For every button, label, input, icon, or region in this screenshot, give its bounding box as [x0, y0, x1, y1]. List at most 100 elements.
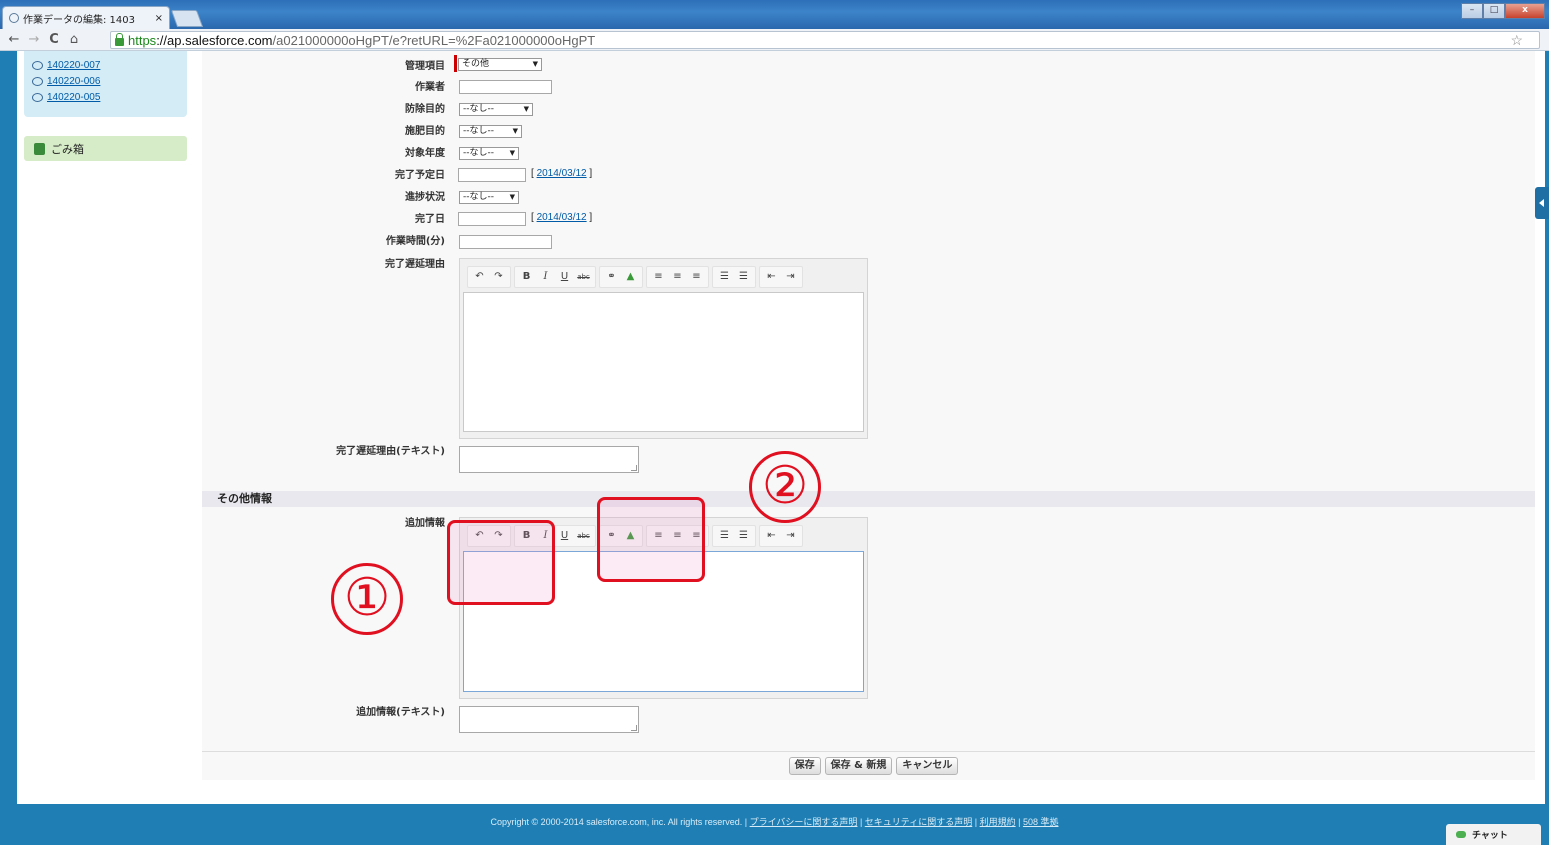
nendo-value: --なし--: [463, 148, 494, 158]
bracket-close: ]: [589, 212, 593, 223]
accessibility-link[interactable]: 508 準拠: [1023, 817, 1059, 827]
bullet-list-icon[interactable]: ☰: [716, 268, 733, 286]
undo-icon[interactable]: ↶: [471, 268, 488, 286]
dropdown-arrow-icon: ▼: [509, 149, 515, 157]
footer-sep: |: [1015, 817, 1023, 827]
outdent-icon[interactable]: ⇤: [763, 268, 780, 286]
forward-arrow-icon[interactable]: →: [24, 32, 44, 47]
cancel-button[interactable]: キャンセル: [896, 757, 959, 775]
underline-button[interactable]: U: [556, 527, 573, 545]
recent-item-link[interactable]: 140220-007: [47, 60, 100, 71]
chien-editor-area[interactable]: [463, 292, 864, 432]
chat-label: チャット: [1472, 831, 1508, 841]
back-arrow-icon[interactable]: ←: [4, 32, 24, 47]
format-group: B I U abc: [514, 266, 596, 288]
chien-text-label: 完了遅延理由(テキスト): [336, 446, 445, 457]
shinchoku-select[interactable]: --なし-- ▼: [459, 191, 519, 204]
trash-link[interactable]: ごみ箱: [24, 136, 187, 161]
resize-handle-icon[interactable]: [631, 725, 637, 731]
footer-sep: |: [857, 817, 865, 827]
kanryo-date-link[interactable]: 2014/03/12: [537, 212, 587, 223]
boujo-select[interactable]: --なし-- ▼: [459, 103, 533, 116]
collapse-handle-icon[interactable]: [1535, 187, 1549, 219]
strikethrough-button[interactable]: abc: [575, 527, 592, 545]
recent-item-link[interactable]: 140220-006: [47, 76, 100, 87]
bookmark-star-icon[interactable]: ☆: [1510, 32, 1523, 49]
save-button[interactable]: 保存: [788, 757, 821, 775]
address-bar[interactable]: https://ap.salesforce.com/a021000000oHgP…: [110, 31, 1540, 49]
button-row: 保存 保存 & 新規 キャンセル: [202, 751, 1535, 780]
strikethrough-button[interactable]: abc: [575, 268, 592, 286]
underline-button[interactable]: U: [556, 268, 573, 286]
url-host: ://ap.salesforce.com: [156, 32, 273, 48]
editor-toolbar: ↶ ↷ B I U abc ⚭ ▲ ≡ ≡ ≡ ☰ ☰ ⇤ ⇥: [463, 262, 864, 292]
window-controls: – □ x: [1461, 3, 1545, 19]
maximize-button[interactable]: □: [1483, 3, 1505, 19]
terms-link[interactable]: 利用規約: [980, 817, 1016, 827]
record-icon: [32, 76, 43, 86]
list-group: ☰ ☰: [712, 266, 756, 288]
indent-group: ⇤ ⇥: [759, 266, 803, 288]
dropdown-arrow-icon: ▼: [509, 193, 515, 201]
dropdown-arrow-icon: ▼: [512, 127, 518, 135]
redo-icon[interactable]: ↷: [490, 268, 507, 286]
worker-input[interactable]: [459, 80, 552, 94]
tsuika-text-area[interactable]: [459, 706, 639, 733]
bullet-list-icon[interactable]: ☰: [716, 527, 733, 545]
list-item[interactable]: 140220-006: [32, 73, 179, 89]
yotei-date-link[interactable]: 2014/03/12: [537, 168, 587, 179]
browser-titlebar: 作業データの編集: 1403 × – □ x: [0, 0, 1549, 29]
yotei-date-shortcut: [ 2014/03/12 ]: [531, 168, 592, 179]
kanri-label: 管理項目: [405, 61, 445, 72]
reload-icon[interactable]: C: [44, 32, 64, 47]
privacy-link[interactable]: プライバシーに関する声明: [750, 817, 858, 827]
list-item[interactable]: 140220-005: [32, 89, 179, 105]
security-link[interactable]: セキュリティに関する声明: [865, 817, 972, 827]
list-item[interactable]: 140220-007: [32, 57, 179, 73]
close-window-button[interactable]: x: [1505, 3, 1545, 19]
url-scheme: https: [128, 32, 157, 48]
tab-favicon-icon: [9, 13, 19, 23]
align-left-icon[interactable]: ≡: [650, 268, 667, 286]
align-right-icon[interactable]: ≡: [688, 268, 705, 286]
number-list-icon[interactable]: ☰: [735, 268, 752, 286]
kanryo-date-input[interactable]: [458, 212, 526, 226]
outdent-icon[interactable]: ⇤: [763, 527, 780, 545]
italic-button[interactable]: I: [537, 268, 554, 286]
minimize-button[interactable]: –: [1461, 3, 1483, 19]
footer-copyright: Copyright © 2000-2014 salesforce.com, in…: [490, 817, 750, 827]
number-list-icon[interactable]: ☰: [735, 527, 752, 545]
link-icon[interactable]: ⚭: [603, 268, 620, 286]
sehi-select[interactable]: --なし-- ▼: [459, 125, 522, 138]
chien-label: 完了遅延理由: [385, 259, 445, 270]
kanri-select[interactable]: その他 ▼: [458, 58, 542, 71]
align-center-icon[interactable]: ≡: [669, 268, 686, 286]
jikan-input[interactable]: [459, 235, 552, 249]
recent-item-link[interactable]: 140220-005: [47, 92, 100, 103]
list-group: ☰ ☰: [712, 525, 756, 547]
browser-tab[interactable]: 作業データの編集: 1403 ×: [2, 6, 170, 29]
home-icon[interactable]: ⌂: [64, 32, 84, 47]
chien-text-area[interactable]: [459, 446, 639, 473]
sehi-label: 施肥目的: [405, 126, 445, 137]
save-new-button[interactable]: 保存 & 新規: [824, 757, 893, 775]
resize-handle-icon[interactable]: [631, 465, 637, 471]
nendo-select[interactable]: --なし-- ▼: [459, 147, 519, 160]
yotei-date-input[interactable]: [458, 168, 526, 182]
bold-button[interactable]: B: [518, 268, 535, 286]
align-group: ≡ ≡ ≡: [646, 266, 709, 288]
new-tab-button[interactable]: [170, 10, 204, 27]
annotation-marker-1: ①: [331, 563, 403, 635]
image-icon[interactable]: ▲: [622, 268, 639, 286]
chien-rich-editor: ↶ ↷ B I U abc ⚭ ▲ ≡ ≡ ≡ ☰ ☰ ⇤ ⇥: [459, 258, 868, 439]
bracket-open: [: [531, 168, 534, 179]
jikan-label: 作業時間(分): [385, 236, 445, 247]
chat-button[interactable]: チャット: [1446, 824, 1541, 845]
boujo-value: --なし--: [463, 104, 494, 114]
tab-close-icon[interactable]: ×: [155, 13, 163, 24]
indent-icon[interactable]: ⇥: [782, 268, 799, 286]
kanryo-label: 完了日: [415, 214, 445, 225]
chat-icon: [1456, 831, 1466, 838]
annotation-marker-2: ②: [749, 451, 821, 523]
indent-icon[interactable]: ⇥: [782, 527, 799, 545]
